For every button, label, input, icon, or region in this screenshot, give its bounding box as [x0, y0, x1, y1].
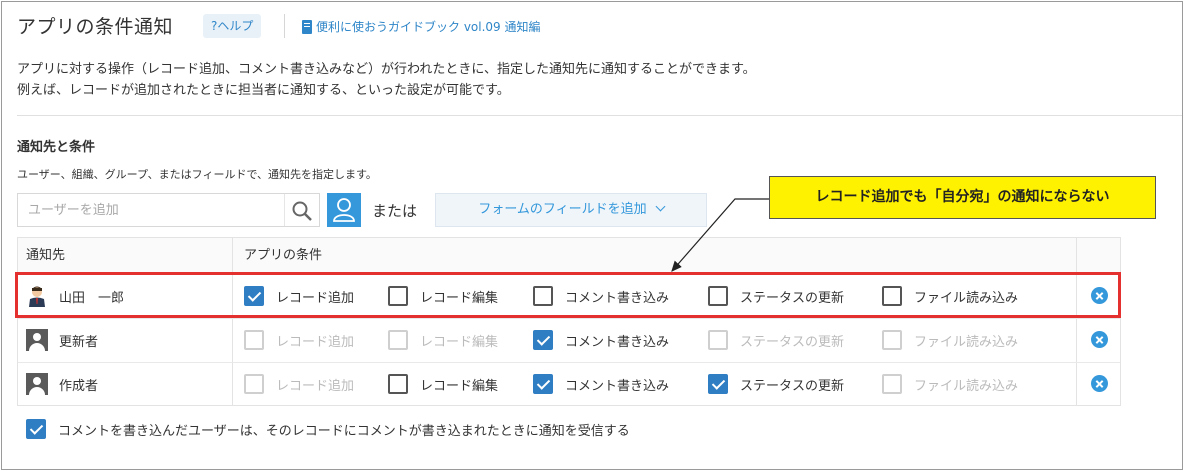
person-icon: [26, 329, 48, 351]
row-highlight-box: [15, 272, 1121, 318]
condition-comment[interactable]: コメント書き込み: [533, 330, 669, 350]
user-search-box: [17, 193, 320, 227]
condition-label: ステータスの更新: [740, 334, 845, 350]
checkbox[interactable]: [26, 419, 46, 439]
page-title: アプリの条件通知: [17, 16, 174, 38]
help-button[interactable]: ?ヘルプ: [203, 14, 262, 38]
remove-row-icon[interactable]: [1091, 375, 1108, 392]
book-icon: [302, 19, 312, 34]
guidebook-link-label: 便利に使おうガイドブック vol.09 通知編: [316, 20, 541, 34]
condition-label: コメント書き込み: [565, 334, 670, 350]
notification-table: 通知先 アプリの条件 山田 一郎 レコード追加 レコード編集 コメント書き込み …: [17, 237, 1121, 406]
section-divider: [17, 115, 1182, 116]
description-line-2: 例えば、レコードが追加されたときに担当者に通知する、といった設定が可能です。: [17, 83, 510, 98]
condition-label: コメント書き込み: [565, 378, 670, 394]
checkbox[interactable]: [388, 374, 408, 394]
chevron-down-icon: [655, 201, 666, 212]
condition-comment[interactable]: コメント書き込み: [533, 374, 669, 394]
add-field-dropdown-label: フォームのフィールドを追加: [478, 202, 647, 217]
guidebook-link[interactable]: 便利に使おうガイドブック vol.09 通知編: [302, 18, 541, 35]
condition-label: レコード編集: [420, 378, 499, 394]
person-icon: [26, 373, 48, 395]
condition-file-import: ファイル読み込み: [882, 330, 1018, 350]
user-search-input[interactable]: [18, 194, 286, 226]
checkbox[interactable]: [708, 374, 728, 394]
or-label: または: [372, 202, 418, 220]
condition-label: レコード追加: [276, 378, 355, 394]
table-header-row: [18, 238, 1120, 274]
condition-label: レコード追加: [276, 334, 355, 350]
condition-status-update: ステータスの更新: [708, 330, 844, 350]
commenter-notify-option[interactable]: コメントを書き込んだユーザーは、そのレコードにコメントが書き込まれたときに通知を…: [26, 419, 630, 439]
recipient-cell: 更新者: [26, 329, 98, 351]
condition-label: ファイル読み込み: [914, 378, 1019, 394]
condition-label: レコード編集: [420, 334, 499, 350]
checkbox[interactable]: [533, 374, 553, 394]
user-picker-button[interactable]: [327, 193, 361, 227]
search-icon[interactable]: [291, 200, 313, 222]
condition-record-add: レコード追加: [244, 374, 354, 394]
table-row: 作成者 レコード追加 レコード編集 コメント書き込み ステータスの更新 ファイル…: [18, 362, 1120, 406]
section-title: 通知先と条件: [17, 140, 96, 155]
add-field-dropdown[interactable]: フォームのフィールドを追加: [435, 193, 707, 227]
table-row: 更新者 レコード追加 レコード編集 コメント書き込み ステータスの更新 ファイル…: [18, 318, 1120, 362]
condition-record-edit[interactable]: レコード編集: [388, 374, 498, 394]
callout-note: レコード追加でも「自分宛」の通知にならない: [769, 176, 1156, 219]
checkbox: [244, 374, 264, 394]
checkbox: [244, 330, 264, 350]
recipient-name: 更新者: [59, 334, 99, 350]
condition-label: ファイル読み込み: [914, 334, 1019, 350]
header-target: 通知先: [26, 248, 66, 263]
condition-label: ステータスの更新: [740, 378, 845, 394]
condition-file-import: ファイル読み込み: [882, 374, 1018, 394]
header-divider: [284, 14, 285, 38]
checkbox[interactable]: [533, 330, 553, 350]
checkbox: [388, 330, 408, 350]
checkbox: [708, 330, 728, 350]
header-conditions: アプリの条件: [244, 248, 323, 263]
description-line-1: アプリに対する操作（レコード追加、コメント書き込みなど）が行われたときに、指定し…: [17, 62, 756, 77]
section-description: ユーザー、組織、グループ、またはフィールドで、通知先を指定します。: [17, 168, 377, 181]
commenter-notify-label: コメントを書き込んだユーザーは、そのレコードにコメントが書き込まれたときに通知を…: [58, 423, 630, 439]
condition-record-edit: レコード編集: [388, 330, 498, 350]
recipient-name: 作成者: [59, 378, 99, 394]
checkbox: [882, 374, 902, 394]
condition-status-update[interactable]: ステータスの更新: [708, 374, 844, 394]
remove-row-icon[interactable]: [1091, 331, 1108, 348]
recipient-cell: 作成者: [26, 373, 98, 395]
condition-record-add: レコード追加: [244, 330, 354, 350]
search-divider: [284, 194, 285, 226]
checkbox: [882, 330, 902, 350]
